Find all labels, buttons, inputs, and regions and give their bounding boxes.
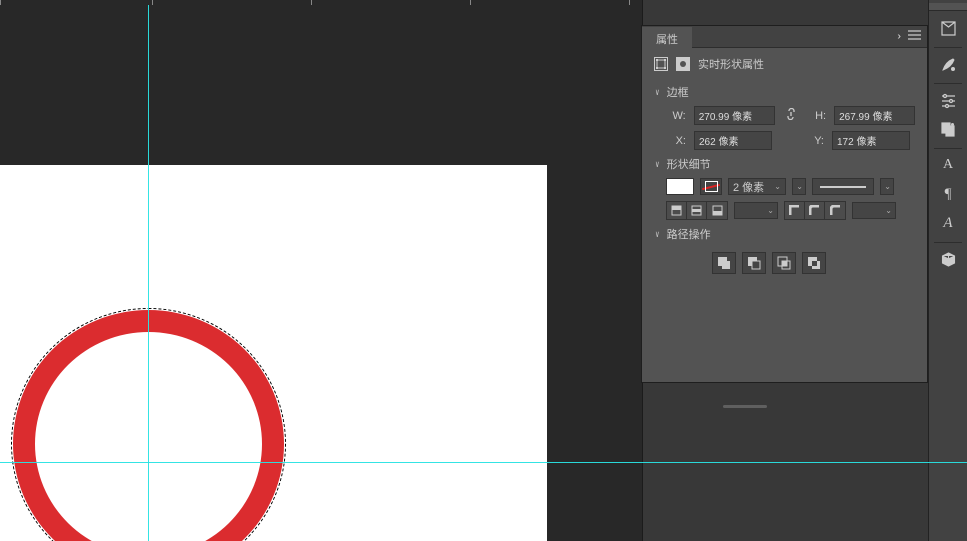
h-label: H: [806, 110, 826, 122]
panel-collapse-icon[interactable]: ›› [897, 31, 898, 42]
tab-properties[interactable]: 属性 [642, 27, 692, 48]
pathop-unite-button[interactable] [712, 252, 736, 274]
dock-top-edge [929, 3, 967, 11]
stroke-style-more[interactable]: ⌄ [880, 178, 894, 195]
join-round-button[interactable] [805, 202, 825, 219]
guide-vertical[interactable] [148, 5, 149, 541]
panel-menu-icon[interactable] [908, 30, 921, 43]
y-label: Y: [804, 135, 824, 147]
pathop-subtract-button[interactable] [742, 252, 766, 274]
paragraph-icon[interactable]: ¶ [933, 181, 963, 207]
headline-text: 实时形状属性 [698, 56, 764, 72]
section-bounds[interactable]: ∨边框 [654, 84, 915, 100]
adjustments-icon[interactable] [933, 87, 963, 113]
cap-dropdown[interactable]: ⌄ [734, 202, 778, 219]
mask-icon [676, 57, 690, 71]
3d-icon[interactable] [933, 246, 963, 272]
horizontal-ruler [0, 0, 642, 5]
y-input[interactable]: 172 像素 [832, 131, 910, 150]
stroke-width-more[interactable]: ⌄ [792, 178, 806, 195]
character-A-icon[interactable]: A [933, 152, 963, 178]
join-miter-button[interactable] [785, 202, 805, 219]
x-label: X: [666, 135, 686, 147]
libraries-icon[interactable] [933, 15, 963, 41]
stroke-style-dropdown[interactable] [812, 178, 874, 195]
join-dropdown[interactable]: ⌄ [852, 202, 896, 219]
right-dock: A ¶ A [928, 0, 967, 541]
link-wh-icon[interactable] [783, 108, 799, 123]
brush-icon[interactable] [933, 51, 963, 77]
stroke-align-group [666, 201, 728, 220]
stroke-width-input[interactable]: 2 像素⌄ [728, 178, 786, 195]
height-input[interactable]: 267.99 像素 [834, 106, 915, 125]
guide-horizontal[interactable] [0, 462, 967, 463]
section-path-ops[interactable]: ∨路径操作 [654, 226, 915, 242]
join-bevel-button[interactable] [825, 202, 845, 219]
x-input[interactable]: 262 像素 [694, 131, 772, 150]
section-shape-details[interactable]: ∨形状细节 [654, 156, 915, 172]
pathop-exclude-button[interactable] [802, 252, 826, 274]
stroke-swatch[interactable] [700, 178, 722, 195]
pathop-intersect-button[interactable] [772, 252, 796, 274]
canvas-viewport[interactable] [0, 5, 642, 541]
fill-swatch[interactable] [666, 178, 694, 195]
panel-tabbar: 属性 ›› [642, 26, 927, 48]
panel-resize-handle[interactable] [601, 404, 888, 410]
panel-headline: 实时形状属性 [654, 56, 915, 72]
w-label: W: [666, 110, 686, 122]
corner-join-group [784, 201, 846, 220]
transform-icon [654, 57, 668, 71]
align-inside-button[interactable] [667, 202, 687, 219]
glyphs-icon[interactable]: A [933, 210, 963, 236]
align-center-button[interactable] [687, 202, 707, 219]
layers-icon[interactable] [933, 116, 963, 142]
properties-panel: 属性 ›› 实时形状属性 ∨边框 W: 270.99 像素 H: 26 [641, 25, 928, 383]
align-outside-button[interactable] [707, 202, 727, 219]
width-input[interactable]: 270.99 像素 [694, 106, 775, 125]
